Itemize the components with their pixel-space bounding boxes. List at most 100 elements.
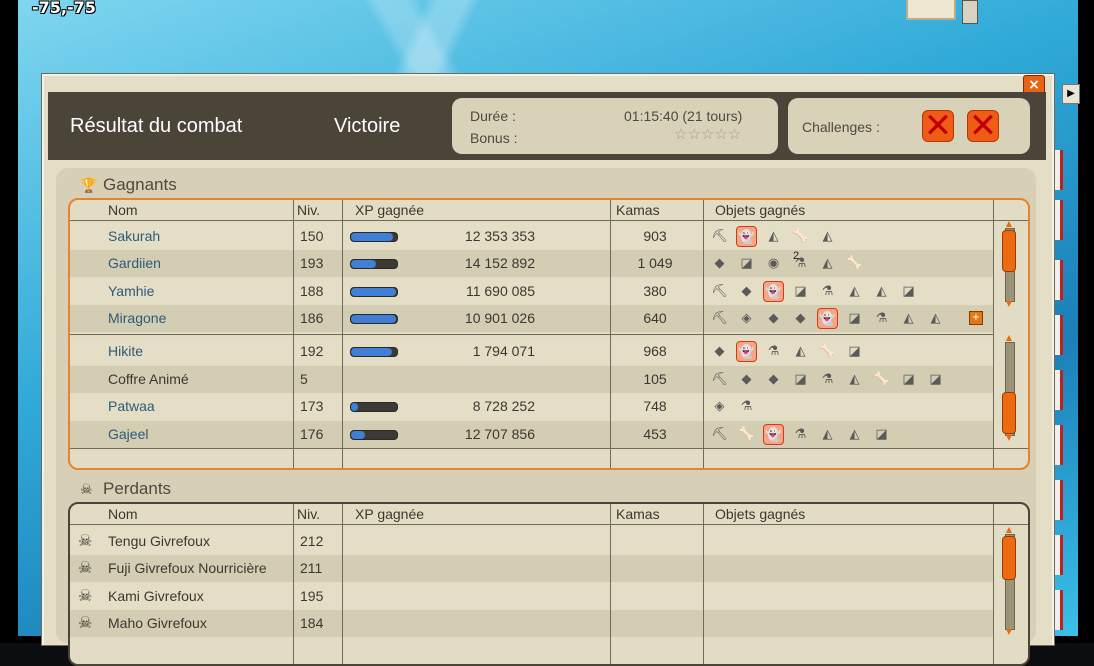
loot-item-icon[interactable]: ◭: [817, 424, 838, 445]
loot-item-icon[interactable]: 👻: [817, 308, 838, 329]
scroll-down-arrow[interactable]: ▼: [1002, 434, 1016, 442]
table-row[interactable]: ☠ Maho Givrefoux 184: [70, 610, 993, 637]
loot-item-icon[interactable]: ◭: [844, 369, 865, 390]
loot-item-icon[interactable]: ◈: [709, 396, 730, 417]
table-row[interactable]: Coffre Animé 5 105 ⛏ ◆ ◆ ◪ ⚗ ◭ 🦴 ◪ ◪: [70, 366, 993, 393]
table-row[interactable]: Patwaa 173 8 728 252 748 ◈ ⚗: [70, 393, 993, 420]
loot-item-icon[interactable]: ⚗: [790, 424, 811, 445]
loot-item-icon[interactable]: ◭: [844, 281, 865, 302]
monster-level: 195: [300, 588, 324, 604]
loot-item-icon[interactable]: 🦴: [817, 341, 838, 362]
scroll-up-arrow[interactable]: ▲: [1002, 526, 1016, 534]
loot-item-icon[interactable]: ⚗: [817, 369, 838, 390]
loot-item-icon[interactable]: ◆: [736, 281, 757, 302]
player-name[interactable]: Yamhie: [108, 283, 154, 299]
loot-item-icon[interactable]: 👻: [763, 424, 784, 445]
vertical-scrollbar[interactable]: ▲ ▼: [1002, 334, 1016, 442]
table-row[interactable]: Hikite 192 1 794 071 968 ◆ 👻 ⚗ ◭ 🦴 ◪: [70, 338, 993, 365]
table-row[interactable]: Miragone 186 10 901 026 640 ⛏ ◈ ◆ ◆ 👻 ◪ ⚗ ◭ ◭ +: [70, 305, 993, 332]
player-level: 188: [300, 283, 324, 299]
scroll-up-arrow[interactable]: ▲: [1002, 334, 1016, 342]
loot-item-icon[interactable]: ◭: [817, 253, 838, 274]
mini-scroll-icon[interactable]: [962, 0, 978, 24]
table-row[interactable]: ☠ Tengu Givrefoux 212: [70, 528, 993, 555]
player-name[interactable]: Gajeel: [108, 426, 148, 442]
loot-item-icon[interactable]: ◪: [736, 253, 757, 274]
scroll-up-arrow[interactable]: ▲: [1002, 220, 1016, 228]
loot-item-icon[interactable]: ⛏: [709, 424, 730, 445]
table-row[interactable]: ☠ Fuji Givrefoux Nourricière 211: [70, 555, 993, 582]
player-name[interactable]: Miragone: [108, 310, 166, 326]
scroll-thumb[interactable]: [1002, 536, 1016, 580]
scroll-down-arrow[interactable]: ▼: [1002, 300, 1016, 308]
loot-item-icon[interactable]: 🦴: [871, 369, 892, 390]
more-items-button[interactable]: +: [969, 311, 983, 325]
table-row[interactable]: Sakurah 150 12 353 353 903 ⛏ 👻 ◭ 🦴 ◭: [70, 223, 993, 250]
loot-item-icon[interactable]: ◭: [898, 308, 919, 329]
failed-challenge-icon[interactable]: ✕: [967, 107, 999, 145]
loot-item-icon[interactable]: ⚗: [736, 396, 757, 417]
xp-gained: 12 707 856: [464, 426, 535, 442]
table-row[interactable]: Gardiien 193 14 152 892 1 049 ◆ ◪ ◉ ⚗ ◭ 🦴 2: [70, 250, 993, 277]
loot-item-icon[interactable]: 🦴: [844, 253, 865, 274]
loot-item-icon[interactable]: ◪: [844, 341, 865, 362]
loot-item-icon[interactable]: ⛏: [709, 226, 730, 247]
player-name[interactable]: Patwaa: [108, 398, 155, 414]
failed-challenge-icon[interactable]: ✕: [922, 107, 954, 145]
group-divider: [70, 334, 993, 335]
loot-item-icon[interactable]: 👻: [763, 281, 784, 302]
column-divider: [703, 504, 704, 664]
loot-item-icon[interactable]: ⛏: [709, 281, 730, 302]
loot-item-icon[interactable]: ◆: [736, 369, 757, 390]
scroll-thumb[interactable]: [1002, 392, 1016, 434]
loot-item-icon[interactable]: ◪: [898, 369, 919, 390]
loot-item-icon[interactable]: ◭: [763, 226, 784, 247]
loot-item-icon[interactable]: 🦴: [790, 226, 811, 247]
loot-item-icon[interactable]: ◉: [763, 253, 784, 274]
side-arrow-icon[interactable]: ▶: [1062, 84, 1080, 104]
loot-item-icon[interactable]: 👻: [736, 341, 757, 362]
map-coordinates: -75,-75: [32, 0, 96, 17]
vertical-scrollbar[interactable]: ▲ ▼: [1002, 220, 1016, 308]
loot-item-icon[interactable]: 🦴: [736, 424, 757, 445]
loot-item-icon[interactable]: ◆: [763, 369, 784, 390]
loot-item-icon[interactable]: ◆: [709, 253, 730, 274]
loot-item-icon[interactable]: ◆: [763, 308, 784, 329]
loot-item-icon[interactable]: ◪: [898, 281, 919, 302]
loot-item-icon[interactable]: ◪: [844, 308, 865, 329]
table-row[interactable]: Yamhie 188 11 690 085 380 ⛏ ◆ 👻 ◪ ⚗ ◭ ◭ ◪: [70, 278, 993, 305]
loot-item-icon[interactable]: ◪: [925, 369, 946, 390]
loot-item-icon[interactable]: ◪: [790, 281, 811, 302]
table-row[interactable]: ☠ Kami Givrefoux 195: [70, 583, 993, 610]
scroll-thumb[interactable]: [1002, 230, 1016, 272]
monster-level: 212: [300, 533, 324, 549]
player-name[interactable]: Hikite: [108, 343, 143, 359]
loot-item-icon[interactable]: ◭: [790, 341, 811, 362]
loot-item-icon[interactable]: ⚗: [817, 281, 838, 302]
loot-item-icon[interactable]: ◭: [871, 281, 892, 302]
loot-item-icon[interactable]: ⛏: [709, 369, 730, 390]
loot-item-icon[interactable]: ◭: [817, 226, 838, 247]
losers-title: Perdants: [103, 479, 172, 498]
player-name[interactable]: Gardiien: [108, 255, 161, 271]
loot-item-icon[interactable]: ◈: [736, 308, 757, 329]
loot-item-icon[interactable]: ◭: [844, 424, 865, 445]
vertical-scrollbar[interactable]: ▲ ▼: [1002, 526, 1016, 636]
loot-item-icon[interactable]: ◪: [790, 369, 811, 390]
player-level: 176: [300, 426, 324, 442]
loot-item-icon[interactable]: ◭: [925, 308, 946, 329]
loot-item-icon[interactable]: 👻: [736, 226, 757, 247]
player-name[interactable]: Sakurah: [108, 228, 160, 244]
loot-item-icon[interactable]: ◪: [871, 424, 892, 445]
table-row[interactable]: Gajeel 176 12 707 856 453 ⛏ 🦴 👻 ⚗ ◭ ◭ ◪: [70, 421, 993, 448]
monster-level: 211: [300, 560, 323, 576]
loot-item-icon[interactable]: ⛏: [709, 308, 730, 329]
scroll-map-icon[interactable]: [906, 0, 956, 20]
xp-gained: 8 728 252: [472, 398, 535, 414]
xp-progress-bar: [350, 402, 398, 412]
scroll-down-arrow[interactable]: ▼: [1002, 628, 1016, 636]
loot-item-icon[interactable]: ◆: [709, 341, 730, 362]
loot-item-icon[interactable]: ⚗: [871, 308, 892, 329]
loot-item-icon[interactable]: ⚗: [763, 341, 784, 362]
loot-item-icon[interactable]: ◆: [790, 308, 811, 329]
